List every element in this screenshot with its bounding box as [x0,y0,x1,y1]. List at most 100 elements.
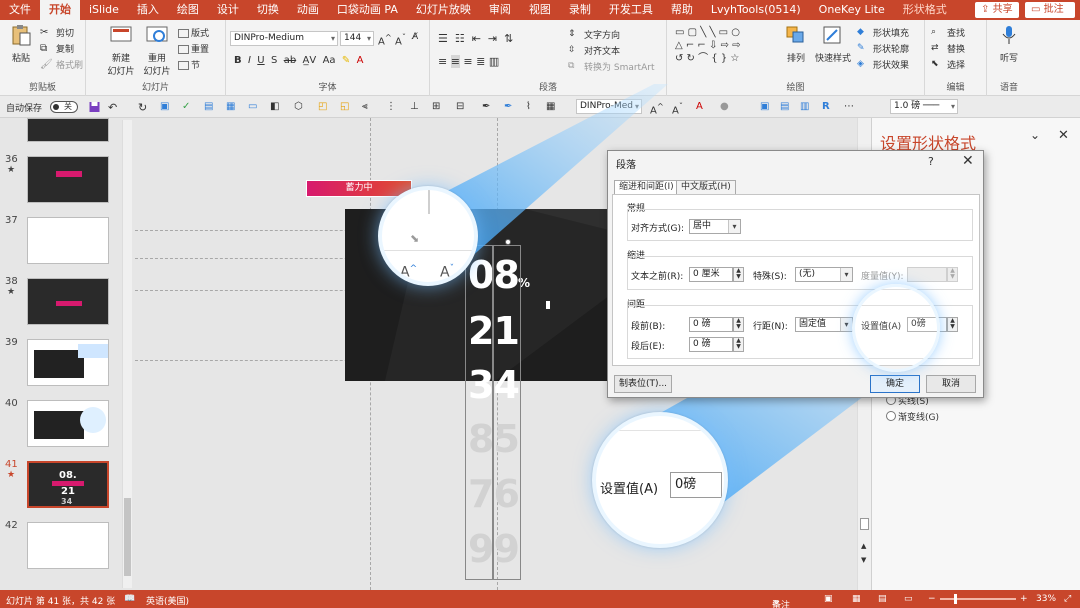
tab-pocket-animation[interactable]: 口袋动画 PA [328,0,407,20]
align-middle-icon[interactable]: ⊞ [432,101,445,113]
zoom-in-icon[interactable]: + [1020,594,1028,604]
special-select[interactable]: (无) [795,267,853,282]
eyedropper-icon[interactable]: ✒ [482,101,495,113]
shape-outline-button[interactable]: ✎ 形状轮廓 [857,42,909,56]
selection-frame-left[interactable] [465,245,493,580]
slide-thumbnail-39[interactable] [27,339,109,386]
tab-design[interactable]: 设计 [208,0,248,20]
normal-view-icon[interactable]: ▣ [824,594,833,604]
space-after-spinner[interactable]: ▲ ▼ [733,337,744,352]
shape-fill-qat-icon[interactable]: ● [720,101,733,113]
section-button[interactable]: 节 [178,58,200,71]
pane-close-icon[interactable]: ✕ [1058,128,1069,143]
distribute-vertical-icon[interactable]: ⊟ [456,101,469,113]
space-before-input[interactable]: 0 磅 [689,317,733,332]
set-value-spinner[interactable]: ▲ ▼ [947,317,958,332]
autosave-toggle[interactable]: 关 [50,101,78,113]
close-icon[interactable]: ✕ [962,153,974,169]
tabs-button[interactable]: 制表位(T)... [614,375,672,393]
shape-fill-button[interactable]: ◆ 形状填充 [857,26,909,40]
grow-font-icon[interactable]: A^ [650,101,664,116]
picture-qat-icon[interactable]: ▣ [760,101,773,113]
slide-thumbnail-38[interactable] [27,278,109,325]
image-icon[interactable]: ▦ [226,101,239,113]
canvas-scroll-thumb[interactable] [860,518,869,530]
space-after-input[interactable]: 0 磅 [689,337,733,352]
eyedropper-fill-icon[interactable]: ✒ [504,101,517,113]
tab-developer[interactable]: 开发工具 [600,0,662,20]
reset-button[interactable]: 重置 [178,42,209,55]
copy-button[interactable]: ⧉ 复制 [40,42,74,56]
line-weight-combo[interactable]: 1.0 磅 ─── [890,99,958,114]
new-slide-button[interactable]: 新建 幻灯片 [106,24,136,77]
tab-record[interactable]: 录制 [560,0,600,20]
font-color-icon[interactable]: A [696,101,709,113]
arrange-button[interactable]: 排列 [783,24,809,64]
font-name-qat-combo[interactable]: DINPro-Med [576,99,642,114]
scroll-up-icon[interactable]: ▲ [861,542,866,550]
cut-button[interactable]: ✂ 剪切 [40,26,74,40]
font-style-buttons[interactable]: B I U S ab A̲V Aa ✎ A [234,55,364,66]
line-color-icon[interactable]: ⌇ [526,101,539,113]
find-button[interactable]: ⌕ 查找 [931,26,965,40]
save-icon[interactable] [88,101,101,113]
replace-button[interactable]: ⇄ 替换 [931,42,965,56]
thumbnails-scroll-thumb[interactable] [124,498,131,576]
layout-grid-icon[interactable]: ▦ [546,101,559,113]
align-left-icon[interactable]: ⫷ [362,101,375,113]
group-icon[interactable]: ⬡ [294,101,307,113]
slide-thumbnail-35[interactable] [27,118,109,142]
pane-chevron-icon[interactable]: ⌄ [1030,128,1040,142]
quick-styles-button[interactable]: 快速样式 [813,24,853,64]
send-back-icon[interactable]: ◱ [340,101,353,113]
language-status[interactable]: 英语(美国) [146,594,189,607]
comment-button[interactable]: ▭ 批注 [1025,2,1075,18]
scroll-down-icon[interactable]: ▼ [861,556,866,564]
gradient-line-option[interactable]: 渐变线(G) [886,410,939,423]
slideshow-view-icon[interactable]: ▭ [904,594,913,604]
font-name-combo[interactable]: DINPro-Medium [230,31,338,46]
zoom-level[interactable]: 33% [1036,594,1056,604]
before-text-input[interactable]: 0 厘米 [689,267,733,282]
rotate-handle[interactable] [505,239,511,245]
start-slideshow-icon[interactable]: ▣ [160,101,173,113]
tab-home[interactable]: 开始 [40,0,80,20]
align-center-icon[interactable]: ⊥ [410,101,423,113]
tab-shape-format[interactable]: 形状格式 [894,0,956,20]
ok-button[interactable]: 确定 [870,375,920,393]
shape-effect-button[interactable]: ◈ 形状效果 [857,58,909,72]
tab-view[interactable]: 视图 [520,0,560,20]
tab-animations[interactable]: 动画 [288,0,328,20]
reset-qat-icon[interactable]: R [822,101,835,113]
selection-frame-right[interactable] [493,245,521,580]
slide-thumbnail-37[interactable] [27,217,109,264]
picture-icon[interactable]: ▤ [204,101,217,113]
sorter-view-icon[interactable]: ▦ [852,594,861,604]
shape-icon[interactable]: ◧ [270,101,283,113]
alignment-select[interactable]: 居中 [689,219,741,234]
text-direction-button[interactable]: ⇕ 文字方向 [568,28,620,42]
help-icon[interactable]: ? [928,155,934,168]
fit-slide-icon[interactable]: ⤢ [1064,594,1071,604]
spellcheck-icon[interactable]: ✓ [182,101,195,113]
reading-view-icon[interactable]: ▤ [878,594,887,604]
select-button[interactable]: ⬉ 选择 [931,58,965,72]
paste-button[interactable]: 粘贴 [6,24,36,64]
slide-thumbnail-42[interactable] [27,522,109,569]
tab-transitions[interactable]: 切换 [248,0,288,20]
reuse-slide-button[interactable]: 重用 幻灯片 [142,24,172,77]
thumbnails-scrollbar[interactable] [122,120,132,588]
textbox-icon[interactable]: ▭ [248,101,261,113]
tab-file[interactable]: 文件 [0,0,40,20]
layout-button[interactable]: 版式 [178,26,209,39]
format-painter-button[interactable]: 🖌 格式刷 [40,58,83,72]
align-buttons[interactable]: ≡ ≡ ≡ ≣ ▥ [438,55,499,68]
shapes-gallery[interactable]: ▭ ▢ ╲ ╲ ▭ ○ △ ⌐ ⌐ ⇩ ⇨ ⇨ ↺ ↻ ⌒ { } ☆ [675,26,740,65]
tab-indent-spacing[interactable]: 缩进和间距(I) [614,180,679,195]
measure-input[interactable] [907,267,947,282]
font-size-combo[interactable]: 144 [340,31,374,46]
bring-front-icon[interactable]: ◰ [318,101,331,113]
clear-format-icon[interactable]: A̸ [412,32,418,42]
tab-draw[interactable]: 绘图 [168,0,208,20]
more-qat-icon[interactable]: ⋯ [844,101,857,113]
